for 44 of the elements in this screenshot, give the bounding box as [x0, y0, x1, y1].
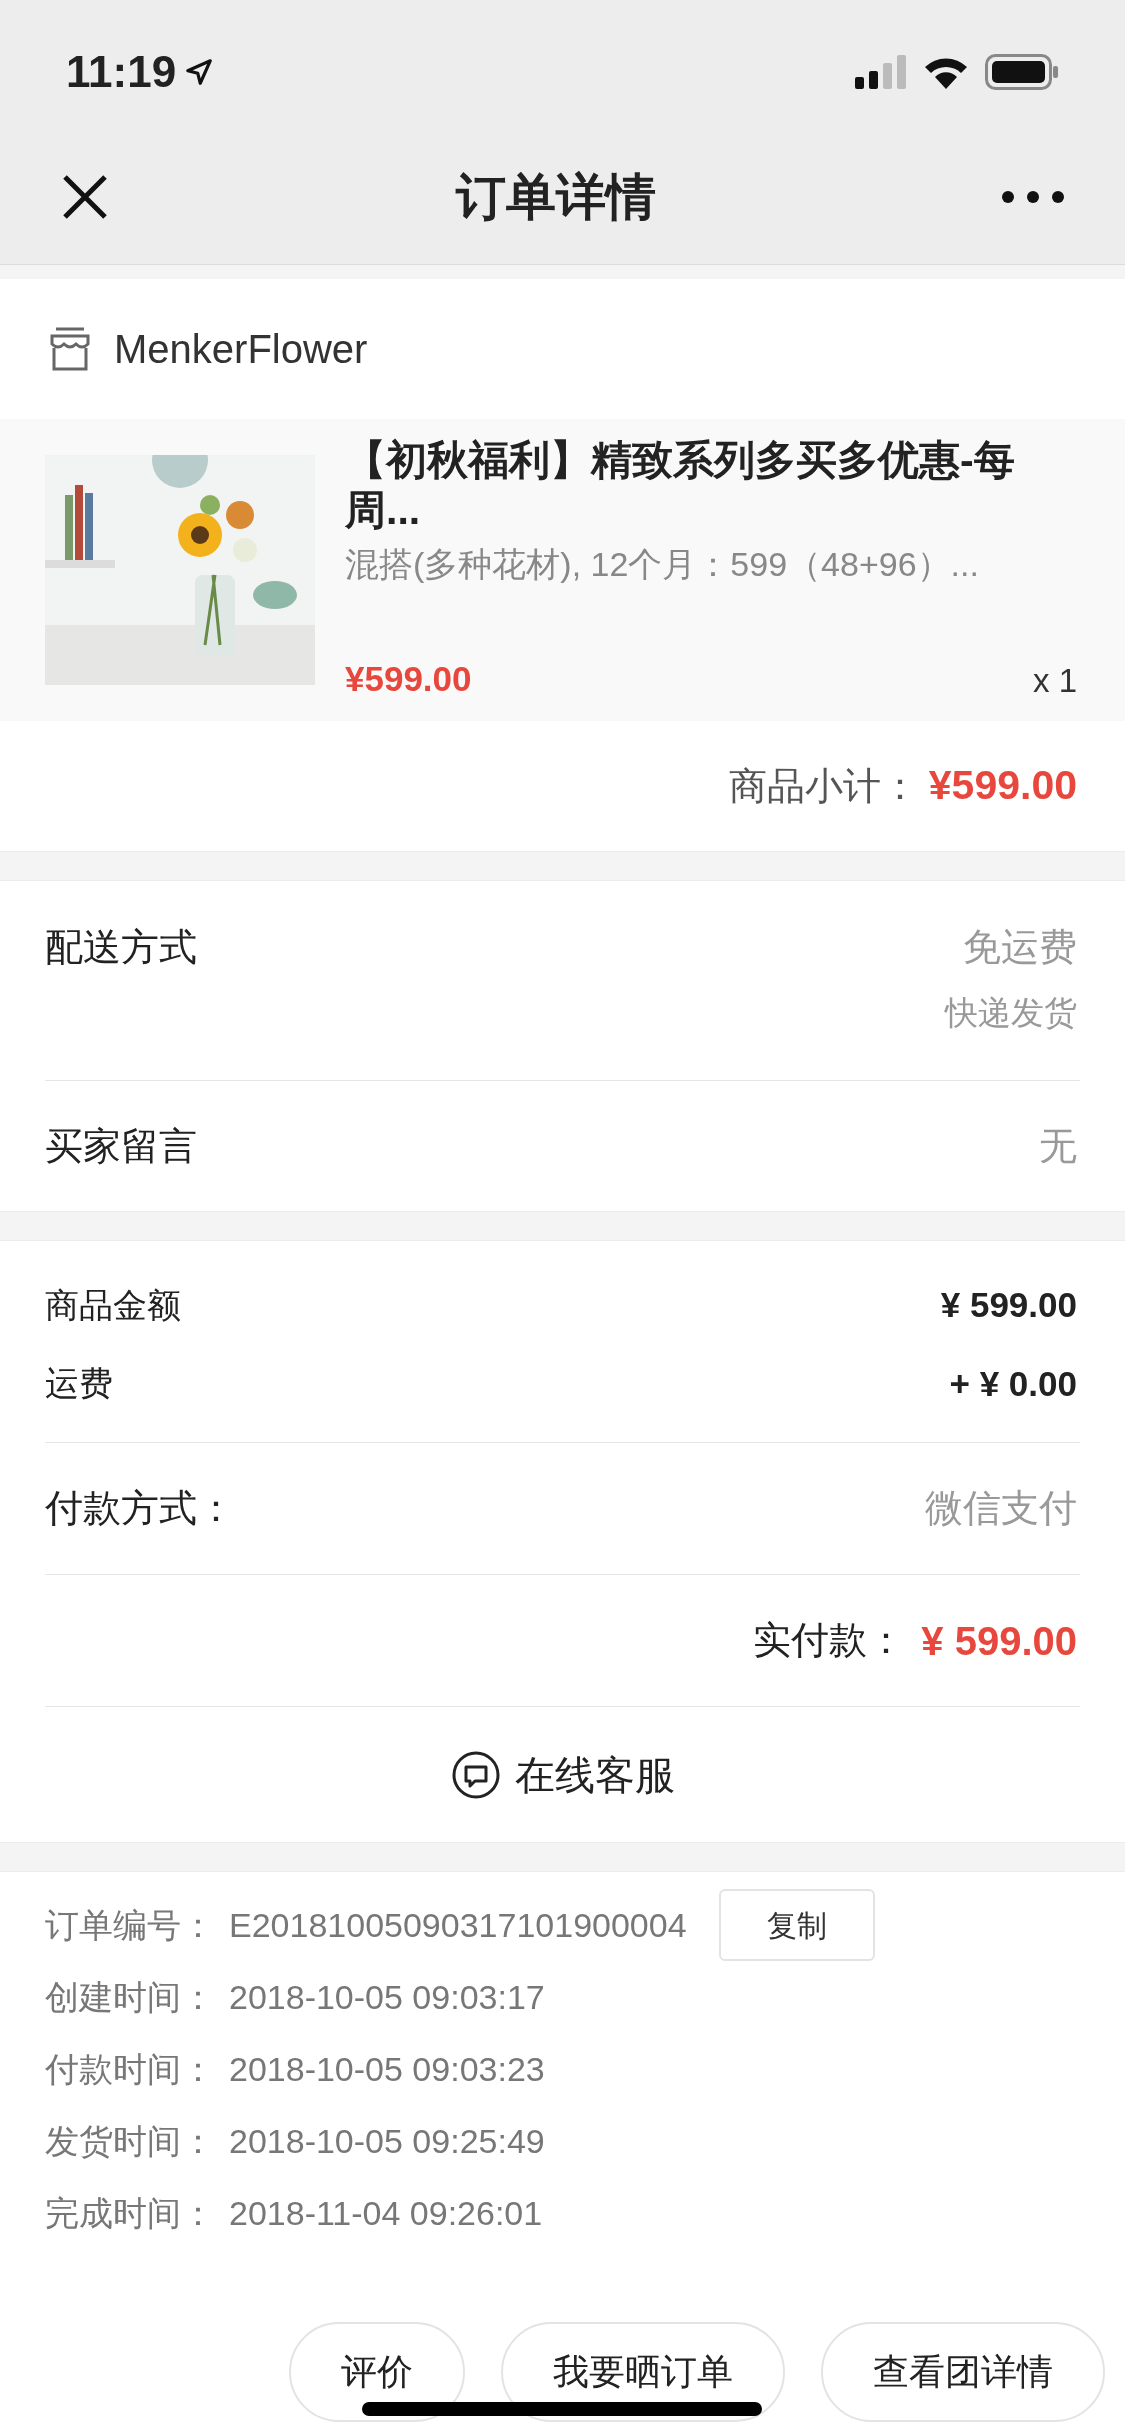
delivery-fee: 免运费 — [963, 925, 1077, 970]
shop-name: MenkerFlower — [114, 326, 368, 373]
info-label: 发货时间： — [45, 2120, 216, 2162]
product-price: ¥599.00 — [345, 657, 472, 700]
info-label: 订单编号： — [45, 1904, 216, 1946]
info-value: 2018-11-04 09:26:01 — [229, 2192, 543, 2234]
payment-value: 微信支付 — [925, 1486, 1077, 1531]
info-label: 创建时间： — [45, 1976, 216, 2018]
payment-label: 付款方式： — [45, 1486, 235, 1531]
subtotal-label: 商品小计： — [728, 763, 919, 809]
status-time: 11:19 — [66, 46, 177, 98]
page-title: 订单详情 — [455, 167, 656, 227]
wifi-icon — [923, 55, 969, 89]
customer-service-button[interactable]: 在线客服 — [450, 1744, 675, 1805]
product-title: 【初秋福利】精致系列多买多优惠-每周... — [345, 436, 1016, 535]
location-arrow-icon — [184, 57, 215, 87]
chat-bubble-icon — [450, 1749, 501, 1800]
paid-value: ¥ 599.00 — [921, 1617, 1077, 1665]
delivery-label: 配送方式 — [45, 925, 197, 970]
info-value: 2018-10-05 09:25:49 — [229, 2120, 545, 2162]
info-value: 2018-10-05 09:03:23 — [229, 2048, 545, 2090]
message-value: 无 — [1039, 1123, 1077, 1169]
amount-label: 运费 — [45, 1363, 113, 1405]
info-value: E20181005090317101900004 — [229, 1904, 687, 1946]
amount-value: ¥ 599.00 — [940, 1284, 1077, 1326]
message-label: 买家留言 — [45, 1123, 197, 1169]
copy-button[interactable]: 复制 — [718, 1889, 875, 1961]
product-quantity: x 1 — [1032, 660, 1077, 701]
action-button[interactable]: 评价 — [289, 2322, 465, 2422]
product-spec: 混搭(多种花材), 12个月：599（48+96）... — [345, 544, 980, 585]
info-label: 付款时间： — [45, 2048, 216, 2090]
signal-icon — [855, 55, 907, 89]
paid-label: 实付款： — [753, 1618, 906, 1663]
store-icon — [48, 326, 92, 372]
amount-value: + ¥ 0.00 — [949, 1362, 1077, 1405]
info-value: 2018-10-05 09:03:17 — [229, 1976, 545, 2018]
info-label: 完成时间： — [45, 2192, 216, 2234]
close-icon — [61, 173, 109, 221]
subtotal-value: ¥599.00 — [928, 761, 1077, 811]
delivery-method: 快递发货 — [945, 993, 1077, 1033]
amount-label: 商品金额 — [45, 1284, 181, 1326]
more-icon — [1001, 190, 1065, 204]
action-button[interactable]: 查看团详情 — [821, 2322, 1105, 2422]
battery-icon — [985, 54, 1059, 90]
